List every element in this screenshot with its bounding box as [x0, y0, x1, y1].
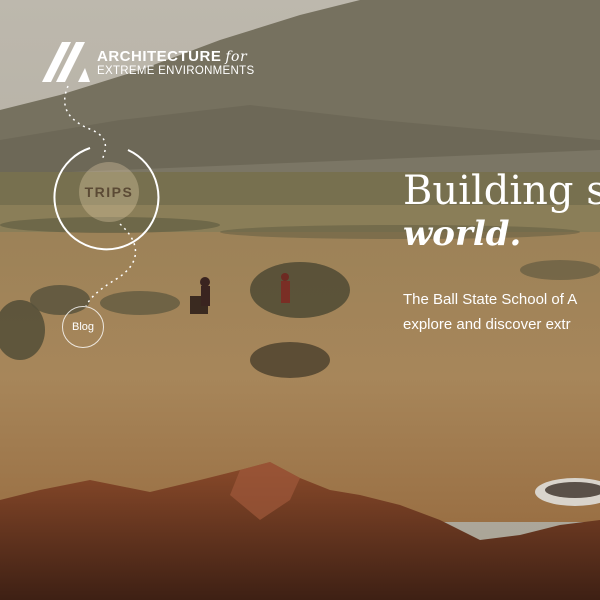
nav-trips-label: TRIPS [84, 184, 134, 200]
nav-blog-button[interactable]: Blog [62, 306, 104, 348]
site-logo[interactable]: ARCHITECTURE for EXTREME ENVIRONMENTS [40, 40, 270, 86]
hero-background: ARCHITECTURE for EXTREME ENVIRONMENTS TRI… [0, 0, 600, 600]
hero-headline-emphasis: world. [403, 214, 522, 254]
logo-mark-icon [42, 42, 90, 82]
logo-subtitle: EXTREME ENVIRONMENTS [97, 65, 255, 77]
nav-blog-label: Blog [71, 321, 95, 333]
nav-trips-button[interactable]: TRIPS [79, 162, 139, 222]
hero-description-line2: explore and discover extr [403, 316, 571, 333]
logo-title-main: ARCHITECTURE [97, 48, 222, 65]
hero-description-line1: The Ball State School of A [403, 291, 578, 308]
hero-headline: Building st [403, 168, 600, 214]
hero-description: The Ball State School of A explore and d… [403, 287, 577, 337]
logo-title: ARCHITECTURE for [97, 48, 247, 65]
logo-title-for: for [225, 49, 248, 65]
